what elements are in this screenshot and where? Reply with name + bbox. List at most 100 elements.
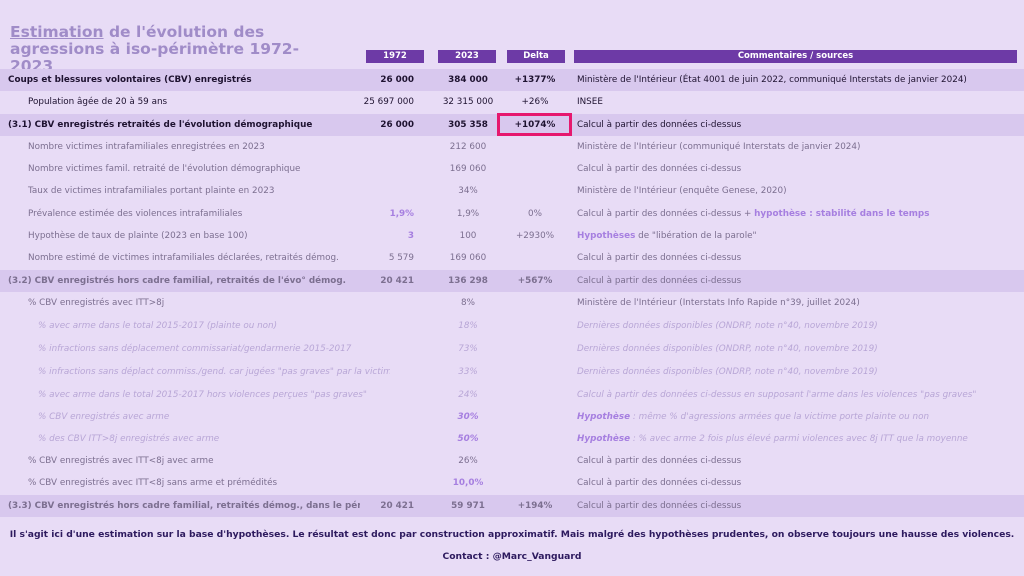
row-2023: 305 358 bbox=[448, 120, 488, 130]
table-row: % des CBV ITT>8j enregistrés avec arme 5… bbox=[0, 428, 1024, 450]
row-delta bbox=[505, 136, 565, 158]
row-label: % CBV enregistrés avec ITT>8j bbox=[28, 298, 165, 308]
table-row: (3.3) CBV enregistrés hors cadre familia… bbox=[0, 495, 1024, 517]
row-comment: Hypothèse : % avec arme 2 fois plus élev… bbox=[577, 428, 1017, 450]
row-comment: Calcul à partir des données ci-dessus bbox=[577, 478, 742, 488]
table-row: Population âgée de 20 à 59 ans 25 697 00… bbox=[0, 91, 1024, 113]
table-row: (3.2) CBV enregistrés hors cadre familia… bbox=[0, 270, 1024, 292]
table-row: Coups et blessures volontaires (CBV) enr… bbox=[0, 69, 1024, 91]
table-row: % avec arme dans le total 2015-2017 (pla… bbox=[0, 315, 1024, 337]
col-header-2023: 2023 bbox=[438, 50, 496, 63]
row-delta bbox=[505, 180, 565, 202]
table-row: Prévalence estimée des violences intrafa… bbox=[0, 203, 1024, 225]
row-1972 bbox=[352, 406, 414, 428]
table-row: % CBV enregistrés avec ITT>8j 8% Ministè… bbox=[0, 292, 1024, 314]
footer-note: Il s'agit ici d'une estimation sur la ba… bbox=[9, 529, 1015, 540]
table-row: % avec arme dans le total 2015-2017 hors… bbox=[0, 384, 1024, 406]
row-2023: 32 315 000 bbox=[442, 97, 494, 107]
row-1972: 26 000 bbox=[380, 75, 414, 85]
row-comment: Calcul à partir des données ci-dessus bbox=[577, 253, 742, 263]
row-2023: 18% bbox=[458, 321, 478, 331]
table-row: Nombre victimes famil. retraité de l'évo… bbox=[0, 158, 1024, 180]
row-delta: +194% bbox=[517, 501, 553, 511]
col-header-1972: 1972 bbox=[366, 50, 424, 63]
row-2023: 169 060 bbox=[449, 253, 487, 263]
row-label: % CBV enregistrés avec ITT<8j avec arme bbox=[28, 456, 214, 466]
row-delta bbox=[505, 247, 565, 269]
row-2023: 1,9% bbox=[456, 209, 480, 219]
row-label: Taux de victimes intrafamiliales portant… bbox=[28, 186, 275, 196]
row-delta: +1377% bbox=[514, 75, 556, 85]
row-1972: 1,9% bbox=[389, 209, 414, 219]
row-label: Nombre estimé de victimes intrafamiliale… bbox=[28, 253, 339, 263]
delta-highlight-box bbox=[497, 113, 572, 136]
col-header-delta: Delta bbox=[507, 50, 565, 63]
row-label: (3.3) CBV enregistrés hors cadre familia… bbox=[8, 501, 360, 511]
row-1972: 20 421 bbox=[380, 501, 414, 511]
row-comment: Calcul à partir des données ci-dessus bbox=[577, 120, 742, 130]
row-2023: 26% bbox=[458, 456, 478, 466]
row-comment-hypothesis: Hypothèses bbox=[577, 231, 636, 241]
row-comment: Dernières données disponibles (ONDRP, no… bbox=[577, 367, 878, 377]
row-2023: 169 060 bbox=[449, 164, 487, 174]
row-label: Hypothèse de taux de plainte (2023 en ba… bbox=[28, 231, 248, 241]
row-delta bbox=[505, 292, 565, 314]
row-comment: Calcul à partir des données ci-dessus en… bbox=[577, 390, 977, 400]
table-row: % CBV enregistrés avec arme 30% Hypothès… bbox=[0, 406, 1024, 428]
row-2023: 50% bbox=[457, 434, 479, 444]
row-1972 bbox=[352, 292, 414, 314]
row-1972: 3 bbox=[407, 231, 414, 241]
row-1972 bbox=[352, 315, 414, 337]
row-comment: Hypothèse : même % d'agressions armées q… bbox=[577, 406, 1017, 428]
row-2023: 30% bbox=[457, 412, 479, 422]
row-comment: Ministère de l'Intérieur (Interstats Inf… bbox=[577, 298, 860, 308]
row-1972: 20 421 bbox=[380, 276, 414, 286]
row-2023: 33% bbox=[458, 367, 478, 377]
table-row: Taux de victimes intrafamiliales portant… bbox=[0, 180, 1024, 202]
row-delta: +26% bbox=[521, 97, 549, 107]
row-2023: 73% bbox=[458, 344, 478, 354]
row-1972 bbox=[352, 428, 414, 450]
row-2023: 8% bbox=[461, 298, 475, 308]
row-1972 bbox=[352, 136, 414, 158]
row-comment: Ministère de l'Intérieur (communiqué Int… bbox=[577, 142, 861, 152]
row-label: % avec arme dans le total 2015-2017 hors… bbox=[38, 390, 367, 400]
row-2023: 10,0% bbox=[452, 478, 484, 488]
row-comment: Calcul à partir des données ci-dessus + … bbox=[577, 203, 1017, 225]
row-1972: 26 000 bbox=[380, 120, 414, 130]
row-label: Prévalence estimée des violences intrafa… bbox=[28, 209, 243, 219]
row-2023: 100 bbox=[459, 231, 477, 241]
table-row: % CBV enregistrés avec ITT<8j avec arme … bbox=[0, 450, 1024, 472]
row-comment-text: : % avec arme 2 fois plus élevé parmi vi… bbox=[630, 434, 968, 444]
row-comment-text: : même % d'agressions armées que la vict… bbox=[630, 412, 930, 422]
row-comment-text: Calcul à partir des données ci-dessus + bbox=[577, 209, 755, 219]
row-label: % des CBV ITT>8j enregistrés avec arme bbox=[38, 434, 220, 444]
row-comment-hypothesis: Hypothèse bbox=[577, 434, 631, 444]
row-comment-hypothesis: hypothèse : stabilité dans le temps bbox=[754, 209, 930, 219]
row-comment-text: de "libération de la parole" bbox=[635, 231, 757, 241]
table-row: % CBV enregistrés avec ITT<8j sans arme … bbox=[0, 472, 1024, 494]
row-2023: 34% bbox=[458, 186, 478, 196]
row-1972 bbox=[352, 338, 414, 360]
row-comment: Ministère de l'Intérieur (État 4001 de j… bbox=[577, 75, 967, 85]
row-delta: +567% bbox=[517, 276, 553, 286]
row-comment: Calcul à partir des données ci-dessus bbox=[577, 501, 742, 511]
row-comment-hypothesis: Hypothèse bbox=[577, 412, 631, 422]
row-delta: 0% bbox=[528, 209, 542, 219]
col-header-comments: Commentaires / sources bbox=[574, 50, 1017, 63]
row-2023: 384 000 bbox=[448, 75, 488, 85]
row-comment: Calcul à partir des données ci-dessus bbox=[577, 164, 742, 174]
row-2023: 59 971 bbox=[451, 501, 485, 511]
row-comment: Dernières données disponibles (ONDRP, no… bbox=[577, 344, 878, 354]
row-label: % CBV enregistrés avec arme bbox=[38, 412, 170, 422]
row-1972: 25 697 000 bbox=[363, 97, 414, 107]
row-delta bbox=[505, 361, 565, 383]
row-1972: 5 579 bbox=[388, 253, 414, 263]
row-comment: Calcul à partir des données ci-dessus bbox=[577, 456, 742, 466]
row-comment: Calcul à partir des données ci-dessus bbox=[577, 276, 742, 286]
row-2023: 212 600 bbox=[449, 142, 487, 152]
row-1972 bbox=[352, 361, 414, 383]
row-1972 bbox=[352, 384, 414, 406]
page-title: Estimation de l'évolution des agressions… bbox=[10, 24, 330, 75]
row-label: Population âgée de 20 à 59 ans bbox=[28, 97, 168, 107]
